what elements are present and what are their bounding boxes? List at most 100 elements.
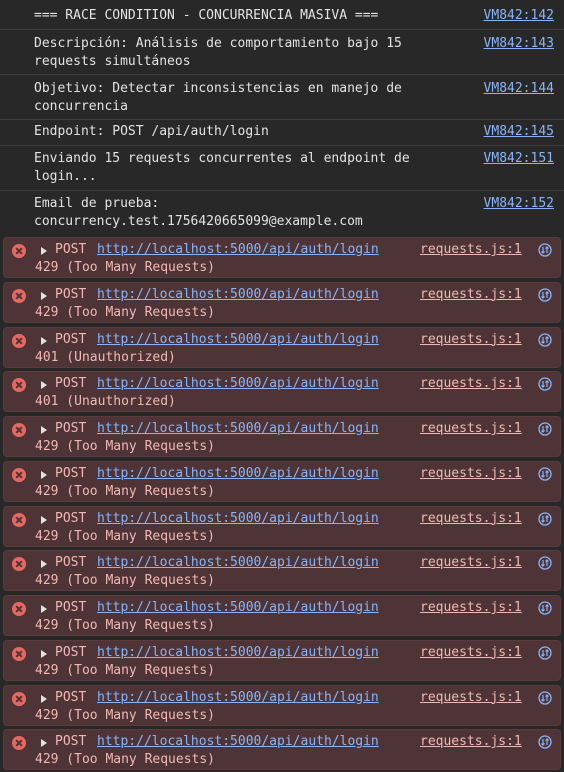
error-log-row[interactable]: POST http://localhost:5000/api/auth/login… <box>3 639 561 681</box>
network-request-icon[interactable] <box>538 646 552 660</box>
response-status: 429 (Too Many Requests) <box>35 752 216 768</box>
error-icon <box>12 288 26 303</box>
log-message: Descripción: Análisis de comportamiento … <box>34 36 410 69</box>
request-url-link[interactable]: http://localhost:5000/api/auth/login <box>97 331 379 349</box>
error-log-row[interactable]: POST http://localhost:5000/api/auth/login… <box>3 550 561 592</box>
network-request-icon[interactable] <box>538 422 552 436</box>
request-url-link[interactable]: http://localhost:5000/api/auth/login <box>97 375 379 393</box>
error-source-link[interactable]: requests.js:1 <box>420 375 522 393</box>
request-url-link[interactable]: http://localhost:5000/api/auth/login <box>97 420 379 438</box>
log-message: Endpoint: POST /api/auth/login <box>34 124 269 139</box>
request-url-link[interactable]: http://localhost:5000/api/auth/login <box>97 465 379 483</box>
log-source-link[interactable]: VM842:151 <box>484 150 554 168</box>
error-log-row[interactable]: POST http://localhost:5000/api/auth/login… <box>3 237 561 278</box>
response-status: 429 (Too Many Requests) <box>35 662 216 678</box>
error-icon <box>12 602 26 616</box>
error-icon <box>12 423 26 437</box>
network-request-icon[interactable] <box>538 556 552 570</box>
request-url-link[interactable]: http://localhost:5000/api/auth/login <box>97 644 379 662</box>
error-log-row[interactable]: POST http://localhost:5000/api/auth/login… <box>3 326 561 368</box>
network-request-icon[interactable] <box>538 243 552 257</box>
error-source-link[interactable]: requests.js:1 <box>420 510 522 528</box>
request-url-link[interactable]: http://localhost:5000/api/auth/login <box>97 689 379 707</box>
request-method: POST <box>55 465 87 481</box>
network-request-icon[interactable] <box>538 601 552 615</box>
expand-triangle-icon[interactable] <box>41 515 47 524</box>
error-log-row[interactable]: POST http://localhost:5000/api/auth/login… <box>3 595 561 636</box>
network-request-icon[interactable] <box>538 511 552 526</box>
error-icon <box>12 691 26 706</box>
error-source-link[interactable]: requests.js:1 <box>420 331 522 349</box>
response-status: 429 (Too Many Requests) <box>35 573 216 589</box>
log-source-link[interactable]: VM842:144 <box>484 80 554 98</box>
console-log-row: Descripción: Análisis de comportamiento … <box>0 30 564 75</box>
expand-triangle-icon[interactable] <box>41 694 47 703</box>
expand-triangle-icon[interactable] <box>41 426 47 434</box>
request-method: POST <box>55 510 87 526</box>
request-url-link[interactable]: http://localhost:5000/api/auth/login <box>97 599 379 617</box>
expand-triangle-icon[interactable] <box>41 605 47 613</box>
response-status: 401 (Unauthorized) <box>35 394 176 410</box>
response-status: 429 (Too Many Requests) <box>35 528 216 544</box>
request-method: POST <box>55 421 87 436</box>
response-status: 429 (Too Many Requests) <box>35 260 216 275</box>
request-url-link[interactable]: http://localhost:5000/api/auth/login <box>97 554 379 572</box>
network-request-icon[interactable] <box>538 288 552 302</box>
request-method: POST <box>55 286 87 302</box>
request-url-link[interactable]: http://localhost:5000/api/auth/login <box>97 286 379 304</box>
error-log-row[interactable]: POST http://localhost:5000/api/auth/login… <box>3 371 561 413</box>
log-message: Objetivo: Detectar inconsistencias en ma… <box>34 81 410 114</box>
log-source-link[interactable]: VM842:143 <box>484 35 554 53</box>
expand-triangle-icon[interactable] <box>41 247 47 255</box>
expand-triangle-icon[interactable] <box>41 291 47 300</box>
expand-triangle-icon[interactable] <box>41 470 47 479</box>
error-source-link[interactable]: requests.js:1 <box>420 420 522 438</box>
console-log-row: Email de prueba: concurrency.test.175642… <box>0 191 564 236</box>
error-source-link[interactable]: requests.js:1 <box>420 465 522 483</box>
request-url-link[interactable]: http://localhost:5000/api/auth/login <box>97 733 379 751</box>
devtools-console: === RACE CONDITION - CONCURRENCIA MASIVA… <box>0 0 564 772</box>
error-log-row[interactable]: POST http://localhost:5000/api/auth/login… <box>3 505 561 547</box>
request-url-link[interactable]: http://localhost:5000/api/auth/login <box>97 241 379 259</box>
expand-triangle-icon[interactable] <box>41 381 47 390</box>
error-log-row[interactable]: POST http://localhost:5000/api/auth/login… <box>3 281 561 323</box>
network-request-icon[interactable] <box>538 735 552 749</box>
error-log-row[interactable]: POST http://localhost:5000/api/auth/login… <box>3 684 561 726</box>
error-log-row[interactable]: POST http://localhost:5000/api/auth/login… <box>3 460 561 502</box>
error-source-link[interactable]: requests.js:1 <box>420 286 522 304</box>
expand-triangle-icon[interactable] <box>41 336 47 345</box>
request-method: POST <box>55 644 87 660</box>
expand-triangle-icon[interactable] <box>41 649 47 658</box>
error-log-row[interactable]: POST http://localhost:5000/api/auth/login… <box>3 416 561 457</box>
request-method: POST <box>55 555 87 571</box>
expand-triangle-icon[interactable] <box>41 739 47 748</box>
error-source-link[interactable]: requests.js:1 <box>420 644 522 662</box>
network-request-icon[interactable] <box>538 377 552 391</box>
error-log-row[interactable]: POST http://localhost:5000/api/auth/login… <box>3 729 561 771</box>
error-icon <box>12 467 26 482</box>
log-source-link[interactable]: VM842:145 <box>484 123 554 141</box>
log-source-link[interactable]: VM842:152 <box>484 195 554 213</box>
error-icon <box>12 333 26 348</box>
error-source-link[interactable]: requests.js:1 <box>420 733 522 751</box>
network-request-icon[interactable] <box>538 467 552 481</box>
request-method: POST <box>55 331 87 347</box>
request-url-link[interactable]: http://localhost:5000/api/auth/login <box>97 510 379 528</box>
error-icon <box>12 378 26 393</box>
response-status: 429 (Too Many Requests) <box>35 618 216 633</box>
error-source-link[interactable]: requests.js:1 <box>420 689 522 707</box>
console-log-row: Endpoint: POST /api/auth/login VM842:145 <box>0 120 564 146</box>
network-request-icon[interactable] <box>538 690 552 705</box>
log-source-link[interactable]: VM842:142 <box>484 7 554 25</box>
error-source-link[interactable]: requests.js:1 <box>420 599 522 617</box>
error-source-link[interactable]: requests.js:1 <box>420 554 522 572</box>
request-method: POST <box>55 600 87 615</box>
console-log-row: Objetivo: Detectar inconsistencias en ma… <box>0 75 564 120</box>
error-source-link[interactable]: requests.js:1 <box>420 241 522 259</box>
network-request-icon[interactable] <box>538 332 552 347</box>
console-log-row: Enviando 15 requests concurrentes al end… <box>0 146 564 191</box>
log-message: === RACE CONDITION - CONCURRENCIA MASIVA… <box>34 8 379 23</box>
expand-triangle-icon[interactable] <box>41 560 47 569</box>
error-icon <box>12 736 26 751</box>
response-status: 429 (Too Many Requests) <box>35 483 216 499</box>
